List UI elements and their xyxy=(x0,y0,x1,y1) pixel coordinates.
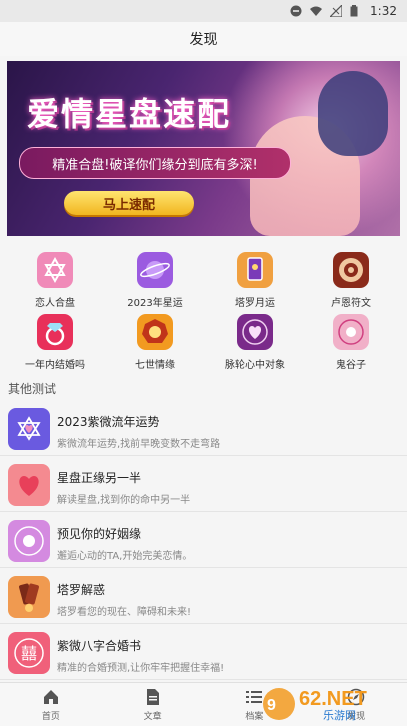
star-heart-icon xyxy=(8,408,50,450)
star-of-david-icon xyxy=(37,252,73,288)
tab-item[interactable]: 文章 xyxy=(102,683,204,726)
list-item[interactable]: 塔罗解惑 塔罗看您的现在、障碍和未来! xyxy=(0,568,407,624)
list-item-desc: 邂逅心动的TA,开始完美恋情。 xyxy=(57,551,193,562)
home-icon xyxy=(42,688,60,706)
banner-match-button[interactable]: 马上速配 xyxy=(64,191,194,215)
section-title: 其他测试 xyxy=(8,382,57,396)
grid-item-label: 卢恩符文 xyxy=(331,298,371,309)
grid-item[interactable]: 卢恩符文 xyxy=(301,252,401,314)
grid-item[interactable]: 鬼谷子 xyxy=(301,314,401,376)
test-list: 2023紫微流年运势 紫微流年运势,找前早晚变数不走弯路 星盘正缘另一半 解读星… xyxy=(0,400,407,680)
dnd-icon xyxy=(290,5,302,17)
svg-text:62.NET: 62.NET xyxy=(299,688,367,710)
list-item-desc: 塔罗看您的现在、障碍和未来! xyxy=(57,607,192,618)
double-happiness-icon: 囍 xyxy=(8,632,50,674)
list-item-title: 塔罗解惑 xyxy=(57,583,106,597)
list-item-title: 2023紫微流年运势 xyxy=(57,415,160,429)
svg-text:乐游网: 乐游网 xyxy=(323,709,356,722)
grid-item-label: 塔罗月运 xyxy=(235,298,275,309)
tab-label: 文章 xyxy=(143,711,162,722)
banner-boy-illustration xyxy=(318,71,388,156)
grid-item[interactable]: 七世情缘 xyxy=(105,314,205,376)
grid-item[interactable]: 2023年星运 xyxy=(105,252,205,314)
battery-icon xyxy=(350,5,362,17)
list-item[interactable]: 囍 紫微八字合婚书 精准的合婚预测,让你牢牢把握住幸福! xyxy=(0,624,407,680)
grid-item-label: 2023年星运 xyxy=(127,298,183,309)
yin-yang-pattern-icon xyxy=(333,314,369,350)
svg-text:9: 9 xyxy=(267,697,276,714)
site-watermark: 9 62.NET 乐游网 xyxy=(261,685,401,723)
rune-emblem-icon xyxy=(333,252,369,288)
grid-item-label: 七世情缘 xyxy=(135,360,175,371)
list-item-title: 星盘正缘另一半 xyxy=(57,471,142,485)
tarot-card-icon xyxy=(237,252,273,288)
wifi-icon xyxy=(310,5,323,17)
svg-text:囍: 囍 xyxy=(21,644,37,663)
status-time: 1:32 xyxy=(370,4,397,18)
grid-item-label: 一年内结婚吗 xyxy=(25,360,85,371)
grid-item-label: 鬼谷子 xyxy=(336,360,366,371)
list-item[interactable]: 预见你的好姻缘 邂逅心动的TA,开始完美恋情。 xyxy=(0,512,407,568)
feature-grid: 恋人合盘 2023年星运 塔罗月运 卢恩符文 一年内结婚吗 七世情缘 脉轮心中对… xyxy=(0,252,407,376)
grid-item-label: 脉轮心中对象 xyxy=(225,360,285,371)
page-title-bar: 发现 xyxy=(0,22,407,56)
grid-item[interactable]: 脉轮心中对象 xyxy=(205,314,305,376)
planet-icon xyxy=(137,252,173,288)
promo-banner[interactable]: 爱情星盘速配 精准合盘!破译你们缘分到底有多深! 马上速配 xyxy=(7,61,400,236)
tab-label: 首页 xyxy=(41,711,60,722)
bagua-pattern-icon xyxy=(8,520,50,562)
chakra-heart-icon xyxy=(237,314,273,350)
list-item-title: 紫微八字合婚书 xyxy=(57,639,142,653)
list-item[interactable]: 星盘正缘另一半 解读星盘,找到你的命中另一半 xyxy=(0,456,407,512)
tarot-fan-icon xyxy=(8,576,50,618)
page-title: 发现 xyxy=(189,32,218,48)
tab-item[interactable]: 首页 xyxy=(0,683,102,726)
list-item[interactable]: 2023紫微流年运势 紫微流年运势,找前早晚变数不走弯路 xyxy=(0,400,407,456)
list-item-desc: 解读星盘,找到你的命中另一半 xyxy=(57,495,191,506)
banner-subtitle: 精准合盘!破译你们缘分到底有多深! xyxy=(19,147,291,179)
banner-title: 爱情星盘速配 xyxy=(27,95,232,133)
status-bar: 1:32 xyxy=(0,0,407,22)
grid-item-label: 恋人合盘 xyxy=(35,298,75,309)
diamond-ring-icon xyxy=(37,314,73,350)
grid-item[interactable]: 恋人合盘 xyxy=(5,252,105,314)
grid-item[interactable]: 一年内结婚吗 xyxy=(5,314,105,376)
list-item-title: 预见你的好姻缘 xyxy=(57,527,142,541)
heart-icon xyxy=(8,464,50,506)
list-item-desc: 精准的合婚预测,让你牢牢把握住幸福! xyxy=(57,663,225,674)
grid-item[interactable]: 塔罗月运 xyxy=(205,252,305,314)
bagua-icon xyxy=(137,314,173,350)
no-signal-icon xyxy=(328,3,343,18)
document-icon xyxy=(144,688,162,706)
list-item-desc: 紫微流年运势,找前早晚变数不走弯路 xyxy=(57,439,221,450)
